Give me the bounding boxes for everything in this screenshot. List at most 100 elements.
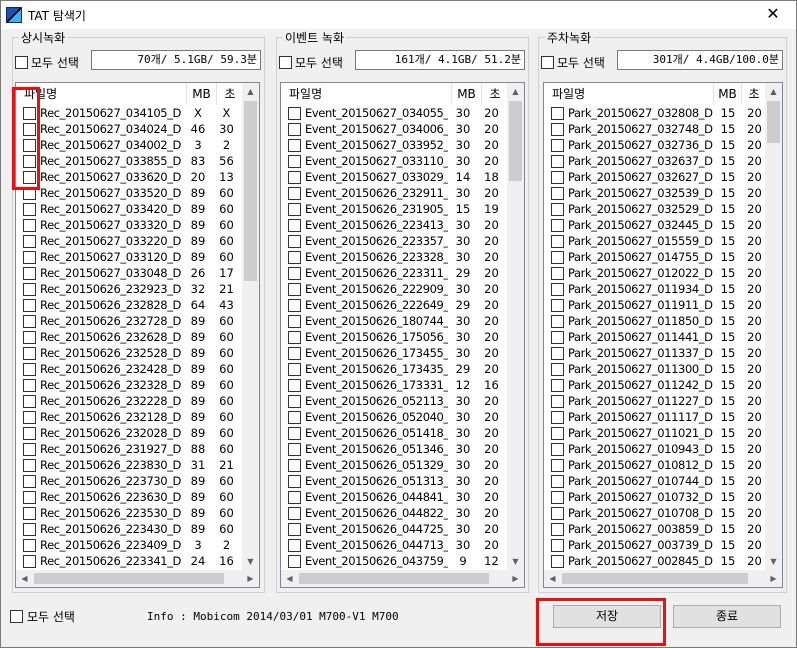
list-item[interactable]: Event_20150626_232911_D 30 20 <box>281 185 505 201</box>
park-horizontal-scrollbar[interactable]: ◀ ▶ <box>544 570 782 587</box>
row-checkbox[interactable] <box>551 298 564 312</box>
list-item[interactable]: Park_20150627_010708_D 15 20 <box>544 505 767 521</box>
list-item[interactable]: Park_20150627_011441_D 15 20 <box>544 329 767 345</box>
list-item[interactable]: Event_20150626_173455_D 30 20 <box>281 345 505 361</box>
row-checkbox[interactable] <box>23 314 36 328</box>
list-item[interactable]: Event_20150626_173331_D 12 16 <box>281 377 505 393</box>
row-checkbox[interactable] <box>288 522 301 536</box>
rec-file-list[interactable]: 파일명 MB 초 Rec_20150627_034105_D X X Rec_2015… <box>15 82 260 588</box>
list-item[interactable]: Rec_20150627_033048_D 26 17 <box>16 265 240 281</box>
scroll-thumb[interactable] <box>299 573 489 584</box>
list-item[interactable]: Rec_20150626_232923_D 32 21 <box>16 281 240 297</box>
list-item[interactable]: Park_20150627_011227_D 15 20 <box>544 393 767 409</box>
rec-vertical-scrollbar[interactable]: ▲ ▼ <box>242 83 259 570</box>
list-item[interactable]: Park_20150627_032748_D 15 20 <box>544 121 767 137</box>
list-item[interactable]: Event_20150626_223413_D 30 20 <box>281 217 505 233</box>
list-item[interactable]: Park_20150627_011337_D 15 20 <box>544 345 767 361</box>
row-checkbox[interactable] <box>551 250 564 264</box>
row-checkbox[interactable] <box>551 410 564 424</box>
row-checkbox[interactable] <box>23 490 36 504</box>
list-item[interactable]: Rec_20150627_033320_D 89 60 <box>16 217 240 233</box>
row-checkbox[interactable] <box>23 154 36 168</box>
list-item[interactable]: Park_20150627_010943_D 15 20 <box>544 441 767 457</box>
row-checkbox[interactable] <box>551 202 564 216</box>
event-vertical-scrollbar[interactable]: ▲ ▼ <box>507 83 524 570</box>
list-item[interactable]: Event_20150627_033952_D 30 20 <box>281 137 505 153</box>
scroll-thumb[interactable] <box>509 101 522 181</box>
list-item[interactable]: Event_20150626_044822_D 30 20 <box>281 505 505 521</box>
row-checkbox[interactable] <box>23 506 36 520</box>
list-item[interactable]: Event_20150627_033029_D 14 18 <box>281 169 505 185</box>
row-checkbox[interactable] <box>23 266 36 280</box>
list-item[interactable]: Park_20150627_010812_D 15 20 <box>544 457 767 473</box>
rec-select-all[interactable]: 모두 선택 <box>15 54 79 70</box>
row-checkbox[interactable] <box>288 314 301 328</box>
park-select-all-checkbox[interactable] <box>541 55 554 69</box>
list-item[interactable]: Rec_20150626_232228_D 89 60 <box>16 393 240 409</box>
list-item[interactable]: Rec_20150626_223830_D 31 21 <box>16 457 240 473</box>
list-item[interactable]: Park_20150627_032539_D 15 20 <box>544 185 767 201</box>
list-item[interactable]: Event_20150626_223357_D 30 20 <box>281 233 505 249</box>
global-select-all[interactable]: 모두 선택 <box>10 608 75 625</box>
row-checkbox[interactable] <box>288 154 301 168</box>
row-checkbox[interactable] <box>23 106 36 120</box>
col-sec-header[interactable]: 초 <box>742 83 767 105</box>
row-checkbox[interactable] <box>288 218 301 232</box>
list-item[interactable]: Rec_20150627_033620_D 20 13 <box>16 169 240 185</box>
list-item[interactable]: Event_20150626_051346_D 30 20 <box>281 441 505 457</box>
event-select-all[interactable]: 모두 선택 <box>279 54 343 70</box>
event-file-list[interactable]: 파일명 MB 초 Event_20150627_034055_D 30 20 Even… <box>280 82 525 588</box>
row-checkbox[interactable] <box>551 362 564 376</box>
list-item[interactable]: Event_20150626_051329_D 30 20 <box>281 457 505 473</box>
col-name-header[interactable]: 파일명 <box>544 83 714 105</box>
row-checkbox[interactable] <box>23 522 36 536</box>
list-item[interactable]: Park_20150627_011911_D 15 20 <box>544 297 767 313</box>
list-item[interactable]: Rec_20150626_223730_D 89 60 <box>16 473 240 489</box>
row-checkbox[interactable] <box>23 234 36 248</box>
scroll-down-icon[interactable]: ▼ <box>765 553 782 570</box>
list-item[interactable]: Event_20150626_180744_D 30 20 <box>281 313 505 329</box>
list-item[interactable]: Event_20150626_044841_D 30 20 <box>281 489 505 505</box>
list-item[interactable]: Rec_20150626_232328_D 89 60 <box>16 377 240 393</box>
row-checkbox[interactable] <box>288 138 301 152</box>
col-sec-header[interactable]: 초 <box>482 83 509 105</box>
list-item[interactable]: Park_20150627_032529_D 15 20 <box>544 201 767 217</box>
row-checkbox[interactable] <box>23 122 36 136</box>
park-vertical-scrollbar[interactable]: ▲ ▼ <box>765 83 782 570</box>
row-checkbox[interactable] <box>288 170 301 184</box>
row-checkbox[interactable] <box>551 122 564 136</box>
row-checkbox[interactable] <box>288 106 301 120</box>
list-item[interactable]: Park_20150627_032808_D 15 20 <box>544 105 767 121</box>
row-checkbox[interactable] <box>288 538 301 552</box>
list-item[interactable]: Event_20150626_052040_D 30 20 <box>281 409 505 425</box>
row-checkbox[interactable] <box>551 106 564 120</box>
row-checkbox[interactable] <box>288 490 301 504</box>
row-checkbox[interactable] <box>23 170 36 184</box>
list-item[interactable]: Event_20150626_044713_D 30 20 <box>281 537 505 553</box>
row-checkbox[interactable] <box>288 282 301 296</box>
close-button[interactable]: ✕ <box>750 1 796 29</box>
list-item[interactable]: Rec_20150626_223341_D 24 16 <box>16 553 240 569</box>
row-checkbox[interactable] <box>23 218 36 232</box>
row-checkbox[interactable] <box>23 282 36 296</box>
row-checkbox[interactable] <box>551 346 564 360</box>
scroll-thumb[interactable] <box>244 101 257 281</box>
row-checkbox[interactable] <box>23 138 36 152</box>
list-item[interactable]: Park_20150627_011934_D 15 20 <box>544 281 767 297</box>
list-item[interactable]: Rec_20150627_034002_D 3 2 <box>16 137 240 153</box>
park-file-list[interactable]: 파일명 MB 초 Park_20150627_032808_D 15 20 Park_… <box>543 82 783 588</box>
row-checkbox[interactable] <box>551 458 564 472</box>
row-checkbox[interactable] <box>551 474 564 488</box>
list-item[interactable]: Event_20150627_033110_D 30 20 <box>281 153 505 169</box>
rec-horizontal-scrollbar[interactable]: ◀ ▶ <box>16 570 259 587</box>
row-checkbox[interactable] <box>551 234 564 248</box>
scroll-down-icon[interactable]: ▼ <box>507 553 524 570</box>
list-item[interactable]: Rec_20150626_232028_D 89 60 <box>16 425 240 441</box>
row-checkbox[interactable] <box>23 538 36 552</box>
row-checkbox[interactable] <box>551 314 564 328</box>
scroll-thumb[interactable] <box>767 101 780 143</box>
list-item[interactable]: Rec_20150626_232428_D 89 60 <box>16 361 240 377</box>
park-select-all[interactable]: 모두 선택 <box>541 54 605 70</box>
list-item[interactable]: Rec_20150626_232828_D 64 43 <box>16 297 240 313</box>
row-checkbox[interactable] <box>23 362 36 376</box>
